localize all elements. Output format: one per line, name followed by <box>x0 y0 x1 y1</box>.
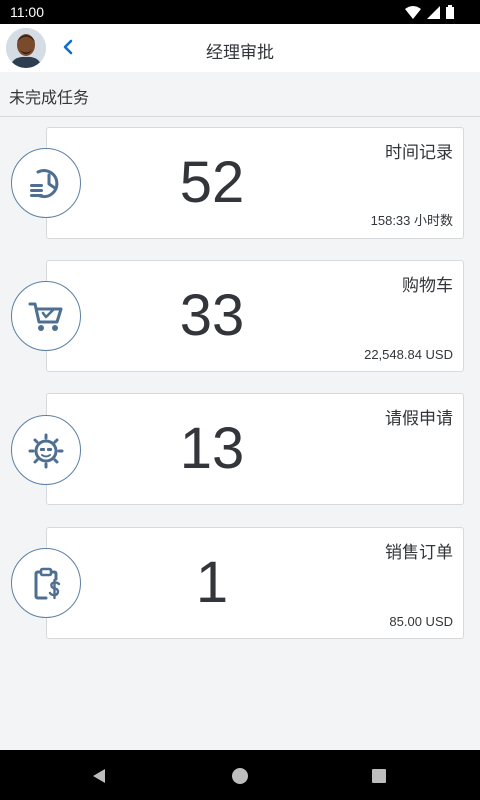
wifi-icon <box>405 5 421 19</box>
home-circle-icon <box>232 768 248 784</box>
card-count: 13 <box>179 416 245 481</box>
nav-back-button[interactable] <box>90 767 108 785</box>
clipboard-dollar-icon <box>11 548 81 618</box>
section-title: 未完成任务 <box>9 88 90 107</box>
app-header: 经理审批 <box>0 24 480 72</box>
nav-recents-button[interactable] <box>370 767 388 785</box>
recents-square-icon <box>372 769 386 783</box>
card-title: 时间记录 <box>385 143 453 163</box>
status-bar: 11:00 <box>0 0 480 24</box>
task-card-sales-order[interactable]: 销售订单 1 85.00 USD <box>46 527 464 639</box>
card-count: 1 <box>195 550 229 615</box>
card-title: 购物车 <box>402 276 453 296</box>
card-title: 请假申请 <box>385 409 453 429</box>
card-subtitle: 158:33 小时数 <box>370 213 453 228</box>
system-nav-bar <box>0 750 480 800</box>
card-count: 33 <box>179 283 245 348</box>
card-subtitle: 85.00 USD <box>389 614 453 629</box>
card-count: 52 <box>179 150 245 215</box>
signal-icon <box>427 5 440 19</box>
cart-icon <box>11 281 81 351</box>
status-time: 11:00 <box>10 4 44 20</box>
divider <box>0 116 480 117</box>
card-subtitle: 22,548.84 USD <box>364 347 453 362</box>
task-card-leave-request[interactable]: 请假申请 13 <box>46 393 464 505</box>
back-triangle-icon <box>93 769 105 783</box>
leave-sun-icon <box>11 415 81 485</box>
task-card-time-recording[interactable]: 时间记录 52 158:33 小时数 <box>46 127 464 239</box>
card-title: 销售订单 <box>385 543 453 563</box>
battery-icon <box>446 5 454 19</box>
status-icons <box>405 5 454 19</box>
nav-home-button[interactable] <box>231 767 249 785</box>
time-history-icon <box>11 148 81 218</box>
task-card-shopping-cart[interactable]: 购物车 33 22,548.84 USD <box>46 260 464 372</box>
page-title: 经理审批 <box>206 43 274 62</box>
